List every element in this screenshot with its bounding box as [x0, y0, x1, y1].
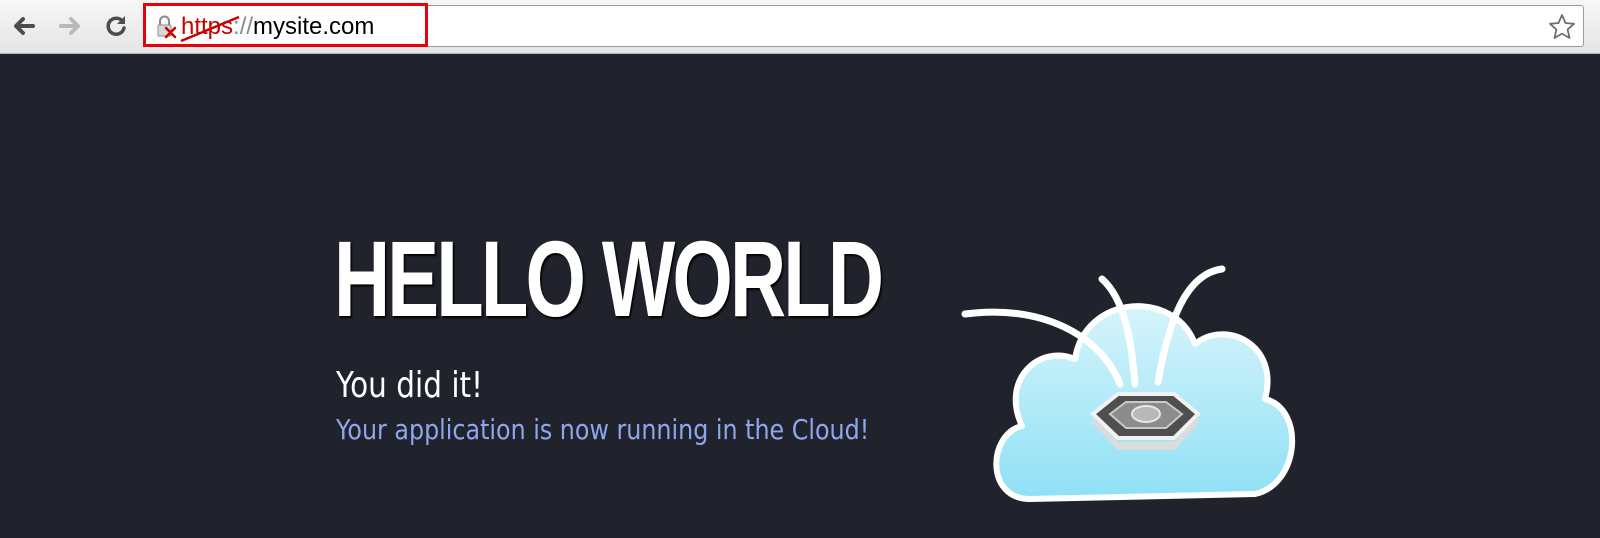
- back-button[interactable]: [6, 8, 42, 44]
- forward-button[interactable]: [52, 8, 88, 44]
- scheme-strikethrough: [180, 15, 240, 43]
- star-icon[interactable]: [1547, 12, 1577, 42]
- browser-toolbar: https://mysite.com: [0, 0, 1600, 54]
- cloud-foundry-logo: [961, 265, 1296, 502]
- back-arrow-icon: [14, 17, 35, 35]
- url-scheme: https: [180, 13, 240, 43]
- reload-icon: [106, 16, 126, 36]
- url-host: mysite.com: [253, 13, 375, 40]
- web-page: HELLO WORLD You did it! Your application…: [0, 54, 1600, 538]
- broken-lock-icon: [157, 15, 177, 39]
- address-bar[interactable]: https://mysite.com: [143, 3, 1584, 47]
- page-heading: HELLO WORLD: [334, 218, 884, 339]
- page-message: Your application is now running in the C…: [336, 413, 870, 446]
- reload-button[interactable]: [98, 8, 134, 44]
- page-subheading: You did it!: [336, 365, 483, 406]
- url-text: https://mysite.com: [180, 11, 375, 43]
- forward-arrow-icon: [59, 17, 80, 35]
